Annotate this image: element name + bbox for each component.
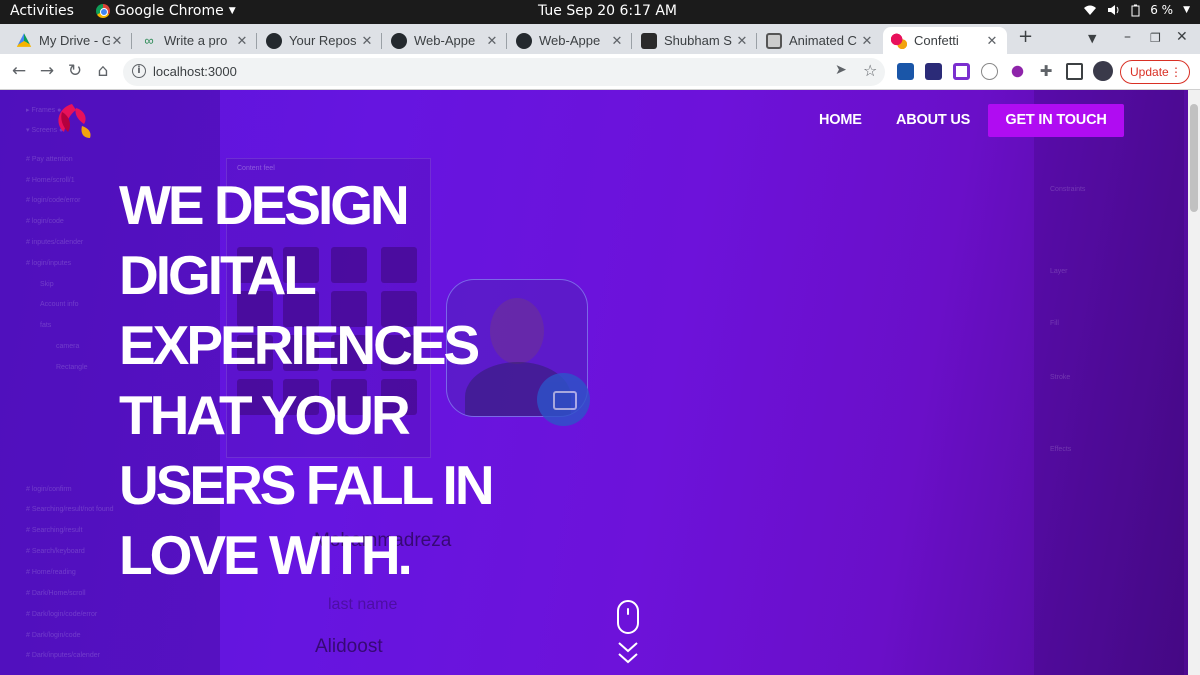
side-panel-icon[interactable] [1066,63,1083,80]
tab-confetti[interactable]: Confetti ✕ [883,27,1007,54]
update-label: Update [1130,65,1169,79]
close-icon[interactable]: ✕ [360,33,374,49]
tab-title: My Drive - G [39,33,110,48]
get-in-touch-button[interactable]: GET IN TOUCH [988,104,1124,137]
activities-button[interactable]: Activities [10,3,74,19]
github-icon [391,32,407,49]
video-icon [641,32,657,49]
app-name: Google Chrome [115,3,224,19]
tab-title: Web-Appe [539,33,601,48]
bookmark-star-icon[interactable]: ☆ [863,61,877,80]
tab-web-appe-2[interactable]: Web-Appe ✕ [508,27,632,54]
extensions-puzzle-icon[interactable]: ✚ [1035,60,1057,82]
close-icon[interactable]: ✕ [485,33,499,49]
site-logo[interactable] [52,102,96,140]
new-tab-button[interactable]: + [1018,26,1033,47]
github-icon [266,32,282,49]
extension-icon-3[interactable] [953,63,970,80]
extension-icon-4[interactable] [981,63,998,80]
maximize-icon[interactable]: ❐ [1150,31,1161,45]
close-icon[interactable]: ✕ [860,33,874,49]
tab-title: Your Repos [289,33,357,48]
tab-write-a-pro[interactable]: ∞ Write a pro ✕ [133,27,257,54]
tab-my-drive[interactable]: My Drive - G ✕ [8,27,132,54]
clock[interactable]: Tue Sep 20 6:17 AM [538,3,677,19]
share-icon[interactable]: ➤ [835,62,847,78]
hero-line: WE DESIGN [119,174,410,236]
tab-title: Confetti [914,33,959,48]
more-menu-icon: ⋮ [1170,65,1182,79]
tab-title: Shubham S [664,33,732,48]
update-button[interactable]: Update ⋮ [1120,60,1190,84]
tab-search-icon[interactable]: ▼ [1088,32,1096,45]
page-scrollbar[interactable] [1188,90,1200,675]
codepen-icon: ∞ [144,32,154,48]
close-icon[interactable]: ✕ [110,33,124,49]
tab-strip: My Drive - G ✕ ∞ Write a pro ✕ Your Repo… [0,24,1200,54]
background-properties-panel: Constraints Layer Fill Stroke Effects [1034,90,1184,675]
google-drive-icon [16,33,32,47]
close-window-icon[interactable]: ✕ [1176,29,1188,45]
url-text[interactable]: localhost:3000 [153,64,237,79]
volume-icon [1108,5,1119,15]
background-last-name-label: last name [328,596,398,613]
browser-toolbar: ← → ↻ ⌂ i localhost:3000 ➤ ☆ ✚ Update ⋮ [0,54,1200,90]
github-icon [516,32,532,49]
profile-avatar[interactable] [1093,61,1113,81]
home-icon[interactable]: ⌂ [92,60,114,82]
web-page: ▸ Frames ● ▾ Screens ● # Pay attention #… [0,90,1200,675]
wifi-icon [1084,5,1097,15]
battery-icon [1131,4,1140,16]
tab-animated[interactable]: Animated C ✕ [758,27,882,54]
tab-title: Write a pro [164,33,228,48]
close-icon[interactable]: ✕ [735,33,749,49]
extension-icon-2[interactable] [925,63,942,80]
close-icon[interactable]: ✕ [235,33,249,49]
scrollbar-thumb[interactable] [1190,104,1198,212]
minimize-icon[interactable]: – [1124,29,1131,45]
app-menu[interactable]: Google Chrome ▼ [96,3,236,19]
hero-line: EXPERIENCES [119,314,480,376]
background-last-name: Alidoost [315,636,383,657]
forward-icon[interactable]: → [36,60,58,82]
confetti-icon [891,32,907,49]
info-icon[interactable]: i [132,64,146,78]
hero-heading: WE DESIGN DIGITAL EXPERIENCES THAT YOUR … [119,170,539,590]
image-icon [766,32,782,49]
tab-title: Web-Appe [414,33,476,48]
tab-shubham[interactable]: Shubham S ✕ [633,27,757,54]
chrome-icon [96,4,110,18]
reload-icon[interactable]: ↻ [64,60,86,82]
system-top-bar: Activities Google Chrome ▼ Tue Sep 20 6:… [0,0,1200,24]
battery-level: 6 % [1150,3,1174,17]
chevron-down-icon: ▼ [228,6,236,16]
extension-icon-1[interactable] [897,63,914,80]
close-icon[interactable]: ✕ [985,33,999,49]
hero-line: USERS FALL IN [119,454,495,516]
address-bar[interactable]: i localhost:3000 ➤ ☆ [123,58,885,86]
power-menu-icon: ▼ [1183,5,1190,15]
system-tray[interactable]: 6 % ▼ [1083,3,1190,17]
nav-home-link[interactable]: HOME [819,112,862,128]
close-icon[interactable]: ✕ [610,33,624,49]
back-icon[interactable]: ← [8,60,30,82]
extension-icon-5[interactable] [1009,63,1026,80]
tab-your-repos[interactable]: Your Repos ✕ [258,27,382,54]
nav-about-link[interactable]: ABOUT US [896,112,970,128]
chevron-down-icon[interactable] [617,652,639,664]
hero-line: LOVE WITH. [119,524,413,586]
tab-web-appe-1[interactable]: Web-Appe ✕ [383,27,507,54]
hero-line: DIGITAL [119,244,317,306]
scroll-mouse-icon[interactable] [617,600,639,634]
camera-icon [537,373,590,426]
tab-title: Animated C [789,33,857,48]
hero-line: THAT YOUR [119,384,411,446]
